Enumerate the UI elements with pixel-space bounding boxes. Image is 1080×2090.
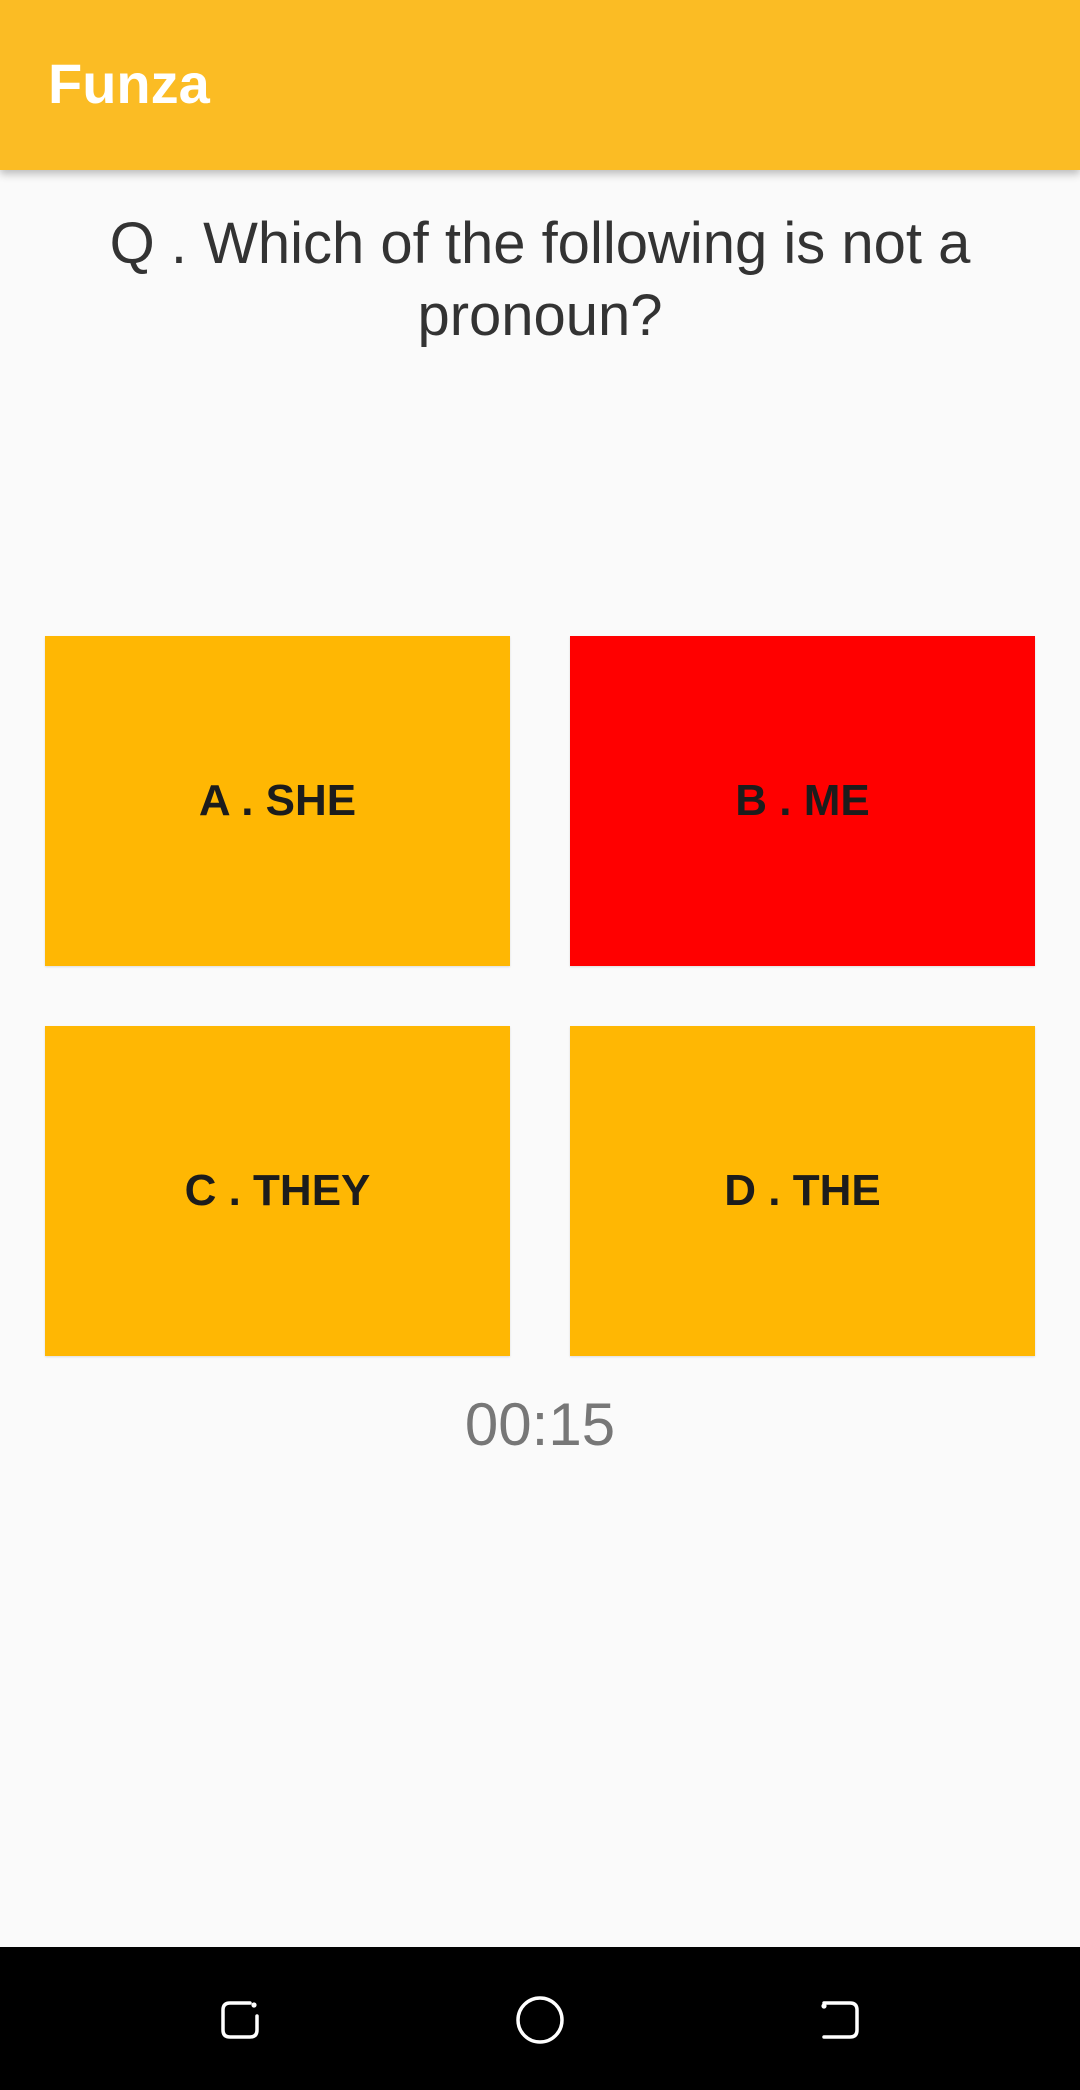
home-icon (516, 1996, 564, 2044)
app-bar: Funza (0, 0, 1080, 170)
recent-apps-icon (221, 2001, 259, 2039)
system-navigation-bar (0, 1947, 1080, 2090)
back-icon (821, 2001, 859, 2039)
app-title: Funza (48, 52, 210, 115)
option-b-button[interactable]: B . ME (570, 636, 1035, 966)
question-text: Q . Which of the following is not a pron… (109, 211, 971, 348)
recent-apps-button[interactable] (205, 1985, 275, 2055)
home-button[interactable] (505, 1985, 575, 2055)
back-button[interactable] (805, 1985, 875, 2055)
countdown-timer: 00:15 (464, 1391, 616, 1458)
option-d-button[interactable]: D . THE (570, 1026, 1035, 1356)
option-a-button[interactable]: A . SHE (45, 636, 510, 966)
option-c-button[interactable]: C . THEY (45, 1026, 510, 1356)
